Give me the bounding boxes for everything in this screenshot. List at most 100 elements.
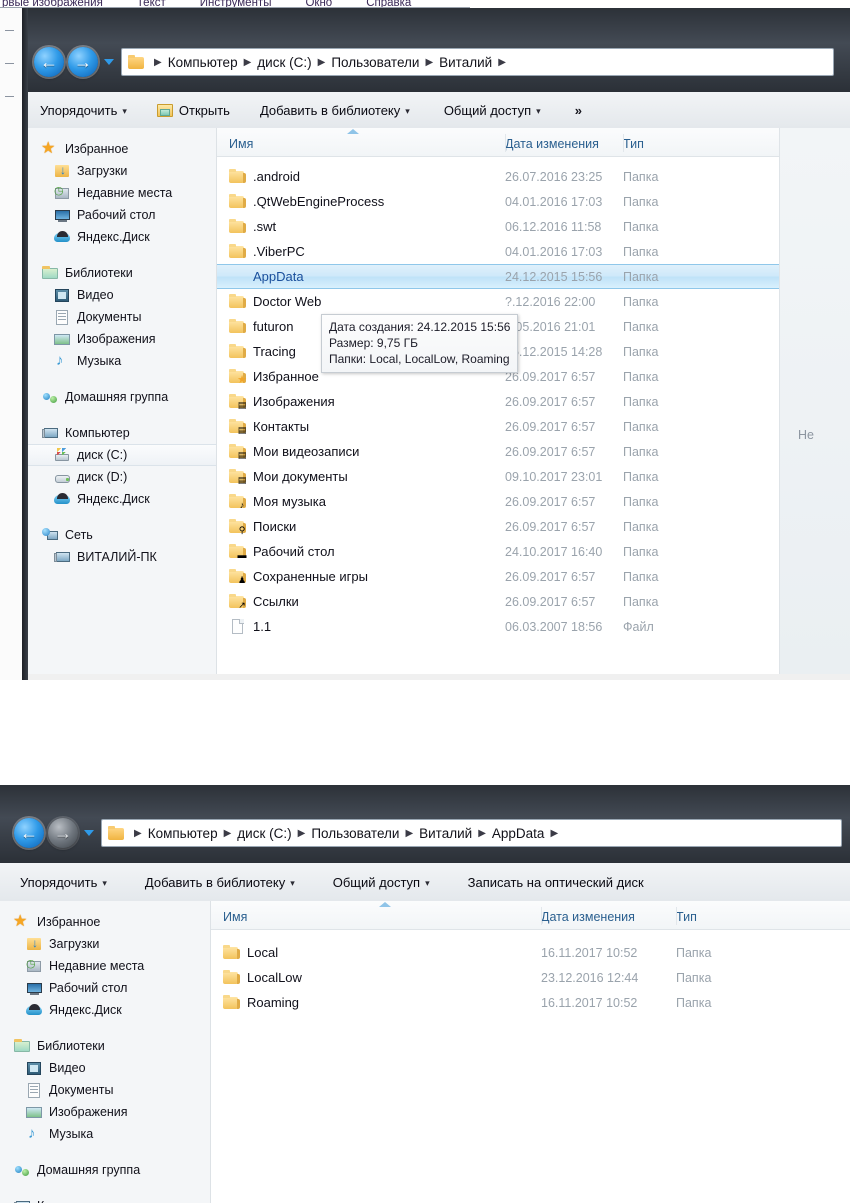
table-row[interactable]: ⚲ Поиски 26.09.2017 6:57 Папка xyxy=(217,514,779,539)
file-name-cell[interactable]: .android xyxy=(217,169,505,184)
file-name-cell[interactable]: ↗ Ссылки xyxy=(217,594,505,610)
sidebar-header-computer[interactable]: Компьютер xyxy=(28,422,216,444)
command-toolbar[interactable]: Упорядочить ▾ Открыть Добавить в библиот… xyxy=(28,92,850,129)
back-button[interactable]: ← xyxy=(14,818,44,848)
sidebar-item-recent[interactable]: Недавние места xyxy=(28,182,216,204)
table-row[interactable]: ▤ Контакты 26.09.2017 6:57 Папка xyxy=(217,414,779,439)
sidebar-item-yandexdisk[interactable]: Яндекс.Диск xyxy=(0,999,210,1021)
column-header-type[interactable]: Тип xyxy=(623,137,683,156)
table-row[interactable]: .android 26.07.2016 23:25 Папка xyxy=(217,164,779,189)
sidebar-item-yandexdisk[interactable]: Яндекс.Диск xyxy=(28,488,216,510)
breadcrumb-item[interactable]: Пользователи xyxy=(311,826,399,841)
navigation-pane[interactable]: Избранное Загрузки Недавние места Рабочий с… xyxy=(28,128,217,674)
file-rows[interactable]: .android 26.07.2016 23:25 Папка .QtWebEngin… xyxy=(217,157,779,639)
file-name-cell[interactable]: .QtWebEngineProcess xyxy=(217,194,505,209)
breadcrumb-item[interactable]: Компьютер xyxy=(168,55,238,70)
table-row[interactable]: Roaming 16.11.2017 10:52 Папка xyxy=(211,990,850,1015)
organize-button[interactable]: Упорядочить ▾ xyxy=(0,863,119,901)
table-row[interactable]: .ViberPC 04.01.2016 17:03 Папка xyxy=(217,239,779,264)
breadcrumb[interactable]: ▶ Компьютер ▶ диск (C:) ▶ Пользователи ▶ Витали… xyxy=(121,48,834,76)
forward-button[interactable]: → xyxy=(68,47,98,77)
sidebar-item-music[interactable]: Музыка xyxy=(28,350,216,372)
table-row[interactable]: .swt 06.12.2016 11:58 Папка xyxy=(217,214,779,239)
table-row[interactable]: ▤ Изображения 26.09.2017 6:57 Папка xyxy=(217,389,779,414)
share-button[interactable]: Общий доступ ▾ xyxy=(307,863,442,901)
breadcrumb-item[interactable]: Виталий xyxy=(419,826,472,841)
share-button[interactable]: Общий доступ ▾ xyxy=(422,92,553,128)
sidebar-item-recent[interactable]: Недавние места xyxy=(0,955,210,977)
file-name-cell[interactable]: Doctor Web xyxy=(217,294,505,309)
explorer-window-2[interactable]: ← → ▶ Компьютер ▶ диск (C:) ▶ Пользователи ▶ Ви… xyxy=(0,785,850,1203)
table-row[interactable]: Doctor Web ?.12.2016 22:00 Папка xyxy=(217,289,779,314)
breadcrumb-item[interactable]: Компьютер xyxy=(148,826,218,841)
breadcrumb-item[interactable]: диск (C:) xyxy=(257,55,311,70)
table-row[interactable]: LocalLow 23.12.2016 12:44 Папка xyxy=(211,965,850,990)
sidebar-item-document[interactable]: Документы xyxy=(28,306,216,328)
address-bar[interactable]: ← → ▶ Компьютер ▶ диск (C:) ▶ Пользователи ▶ Ви… xyxy=(34,46,834,78)
sidebar-item-video[interactable]: Видео xyxy=(28,284,216,306)
sidebar-item-drive-c[interactable]: диск (C:) xyxy=(28,444,216,466)
file-name-cell[interactable]: ▤ Мои видеозаписи xyxy=(217,444,505,460)
sidebar-header-network[interactable]: Сеть xyxy=(28,524,216,546)
sidebar-header-computer[interactable]: Компьютер xyxy=(0,1195,210,1203)
file-name-cell[interactable]: ♟ Сохраненные игры xyxy=(217,569,505,585)
file-name-cell[interactable]: ▤ Мои документы xyxy=(217,469,505,485)
sidebar-header-homegroup[interactable]: Домашняя группа xyxy=(0,1159,210,1181)
sidebar-item-desktop[interactable]: Рабочий стол xyxy=(28,204,216,226)
recent-pages-dropdown-icon[interactable] xyxy=(84,830,94,836)
add-to-library-button[interactable]: Добавить в библиотеку ▾ xyxy=(242,92,422,128)
burn-to-disc-button[interactable]: Записать на оптический диск xyxy=(442,863,656,901)
file-name-cell[interactable]: ♪ Моя музыка xyxy=(217,494,505,510)
sidebar-item-music[interactable]: Музыка xyxy=(0,1123,210,1145)
file-name-cell[interactable]: 1.1 xyxy=(217,619,505,634)
file-rows[interactable]: Local 16.11.2017 10:52 Папка LocalLow 23.12.… xyxy=(211,930,850,1015)
file-name-cell[interactable]: ▬ Рабочий стол xyxy=(217,544,505,560)
file-name-cell[interactable]: LocalLow xyxy=(211,970,541,985)
file-list-pane[interactable]: Имя Дата изменения Тип .android 26.07.201… xyxy=(217,128,779,674)
breadcrumb-item[interactable]: Виталий xyxy=(439,55,492,70)
sidebar-item-downloads[interactable]: Загрузки xyxy=(0,933,210,955)
column-headers[interactable]: Имя Дата изменения Тип xyxy=(211,901,850,930)
file-name-cell[interactable]: ▤ Изображения xyxy=(217,394,505,410)
file-name-cell[interactable]: .ViberPC xyxy=(217,244,505,259)
command-toolbar[interactable]: Упорядочить ▾ Добавить в библиотеку ▾ Об… xyxy=(0,863,850,902)
organize-button[interactable]: Упорядочить ▾ xyxy=(28,92,139,128)
sidebar-header-library[interactable]: Библиотеки xyxy=(28,262,216,284)
table-row[interactable]: ♪ Моя музыка 26.09.2017 6:57 Папка xyxy=(217,489,779,514)
table-row[interactable]: AppData 24.12.2015 15:56 Папка xyxy=(217,264,779,289)
file-name-cell[interactable]: ▤ Контакты xyxy=(217,419,505,435)
sidebar-header-star[interactable]: Избранное xyxy=(0,911,210,933)
file-name-cell[interactable]: ⚲ Поиски xyxy=(217,519,505,535)
file-name-cell[interactable]: Local xyxy=(211,945,541,960)
sidebar-item-desktop[interactable]: Рабочий стол xyxy=(0,977,210,999)
explorer-window-1[interactable]: ← → ▶ Компьютер ▶ диск (C:) ▶ Пользователи ▶ Ви… xyxy=(22,8,850,680)
table-row[interactable]: ▬ Рабочий стол 24.10.2017 16:40 Папка xyxy=(217,539,779,564)
breadcrumb[interactable]: ▶ Компьютер ▶ диск (C:) ▶ Пользователи ▶ Витали… xyxy=(101,819,842,847)
open-button[interactable]: Открыть xyxy=(139,92,242,128)
sidebar-item-yandexdisk[interactable]: Яндекс.Диск xyxy=(28,226,216,248)
table-row[interactable]: Local 16.11.2017 10:52 Папка xyxy=(211,940,850,965)
file-name-cell[interactable]: .swt xyxy=(217,219,505,234)
table-row[interactable]: ↗ Ссылки 26.09.2017 6:57 Папка xyxy=(217,589,779,614)
column-header-name[interactable]: Имя xyxy=(211,910,541,929)
sidebar-item-computer[interactable]: ВИТАЛИЙ-ПК xyxy=(28,546,216,568)
sidebar-item-picture[interactable]: Изображения xyxy=(28,328,216,350)
table-row[interactable]: ▤ Мои документы 09.10.2017 23:01 Папка xyxy=(217,464,779,489)
table-row[interactable]: ▤ Мои видеозаписи 26.09.2017 6:57 Папка xyxy=(217,439,779,464)
column-header-date[interactable]: Дата изменения xyxy=(505,137,623,156)
sidebar-item-video[interactable]: Видео xyxy=(0,1057,210,1079)
back-button[interactable]: ← xyxy=(34,47,64,77)
breadcrumb-item[interactable]: диск (C:) xyxy=(237,826,291,841)
address-bar[interactable]: ← → ▶ Компьютер ▶ диск (C:) ▶ Пользователи ▶ Ви… xyxy=(14,817,842,849)
breadcrumb-item[interactable]: AppData xyxy=(492,826,545,841)
column-headers[interactable]: Имя Дата изменения Тип xyxy=(217,128,779,157)
sidebar-item-picture[interactable]: Изображения xyxy=(0,1101,210,1123)
sidebar-header-library[interactable]: Библиотеки xyxy=(0,1035,210,1057)
sidebar-item-downloads[interactable]: Загрузки xyxy=(28,160,216,182)
sidebar-item-document[interactable]: Документы xyxy=(0,1079,210,1101)
file-name-cell[interactable]: Roaming xyxy=(211,995,541,1010)
add-to-library-button[interactable]: Добавить в библиотеку ▾ xyxy=(119,863,307,901)
column-header-name[interactable]: Имя xyxy=(217,137,505,156)
table-row[interactable]: 1.1 06.03.2007 18:56 Файл xyxy=(217,614,779,639)
sidebar-item-drive-d[interactable]: диск (D:) xyxy=(28,466,216,488)
